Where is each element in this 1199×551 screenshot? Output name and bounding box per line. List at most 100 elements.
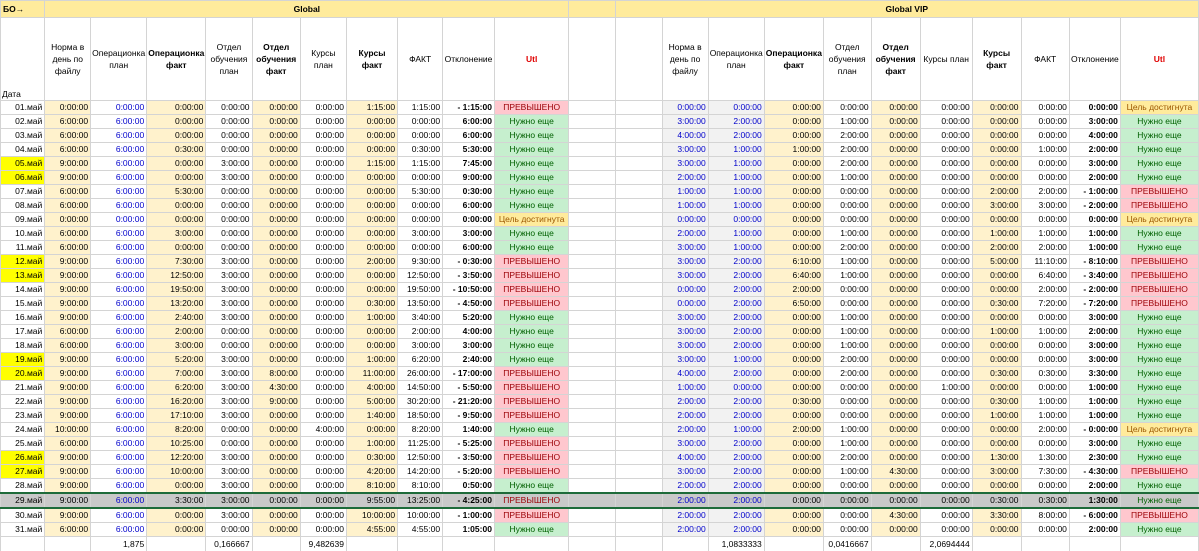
global-status-cell[interactable]: Нужно еще [493,478,570,494]
global-cell[interactable]: 3:00:00 [146,226,207,241]
global-cell[interactable]: 6:00:00 [44,522,92,537]
global-cell[interactable]: 0:00:00 [345,212,399,227]
vip-status-cell[interactable]: Нужно еще [1119,170,1199,185]
vip-cell[interactable]: 0:00:00 [822,478,872,494]
vip-cell[interactable]: 1:00:00 [822,422,872,437]
global-cell[interactable]: 9:55:00 [345,492,399,509]
global-cell[interactable]: 8:10:00 [345,478,399,494]
empty-cell[interactable] [44,536,92,551]
global-cell[interactable]: 6:00:00 [44,128,92,143]
vip-cell[interactable]: 3:30:00 [971,507,1022,523]
global-cell[interactable]: 6:00:00 [90,478,148,494]
vip-spacer-cell[interactable] [614,282,663,297]
vip-status-cell[interactable]: ПРЕВЫШЕНО [1119,296,1199,311]
global-cell[interactable]: 0:00:00 [299,352,347,367]
global-cell[interactable]: 0:00:00 [251,464,301,479]
global-cell[interactable]: - 3:50:00 [442,268,495,283]
global-status-cell[interactable]: ПРЕВЫШЕНО [493,380,570,395]
vip-cell[interactable]: 0:30:00 [1020,366,1070,381]
global-cell[interactable]: 0:00:00 [345,170,399,185]
global-cell[interactable]: 26:00:00 [397,366,444,381]
global-cell[interactable]: 0:00:00 [299,114,347,129]
vip-cell[interactable]: 2:00:00 [822,366,872,381]
global-status-cell[interactable]: Нужно еще [493,170,570,185]
vip-cell[interactable]: 2:00:00 [822,128,872,143]
vip-cell[interactable]: 1:00:00 [1068,394,1121,409]
empty-cell[interactable] [1119,536,1199,551]
global-cell[interactable]: 0:00:00 [345,268,399,283]
global-cell[interactable]: 0:30:00 [442,184,495,199]
global-col-header[interactable]: Отдел обучения план [205,17,253,101]
vip-status-cell[interactable]: ПРЕВЫШЕНО [1119,507,1199,523]
vip-cell[interactable]: 3:00:00 [661,338,709,353]
date-cell[interactable]: 06.май [0,170,46,185]
vip-cell[interactable]: 2:00:00 [971,184,1022,199]
spacer-cell[interactable] [568,226,616,241]
global-cell[interactable]: 0:00:00 [299,184,347,199]
global-cell[interactable]: 3:00:00 [442,226,495,241]
global-cell[interactable]: 0:00:00 [205,436,253,451]
vip-cell[interactable]: 0:00:00 [971,128,1022,143]
vip-cell[interactable]: 0:00:00 [822,408,872,423]
global-cell[interactable]: 6:00:00 [90,380,148,395]
global-status-cell[interactable]: ПРЕВЫШЕНО [493,436,570,451]
vip-cell[interactable]: 1:30:00 [1068,492,1121,509]
global-cell[interactable]: 6:00:00 [90,240,148,255]
vip-cell[interactable]: 2:00:00 [661,522,709,537]
vip-spacer-cell[interactable] [614,198,663,213]
vip-spacer-cell[interactable] [614,212,663,227]
global-cell[interactable]: 2:40:00 [146,310,207,325]
global-cell[interactable]: - 5:25:00 [442,436,495,451]
global-cell[interactable]: 3:00:00 [205,394,253,409]
date-cell[interactable]: 21.май [0,380,46,395]
global-cell[interactable]: 8:20:00 [146,422,207,437]
global-cell[interactable]: 9:00:00 [44,394,92,409]
vip-cell[interactable]: 0:00:00 [919,492,973,509]
vip-cell[interactable]: 0:00:00 [971,436,1022,451]
vip-cell[interactable]: - 1:00:00 [1068,184,1121,199]
total-cell[interactable]: 1,875 [90,536,148,551]
vip-cell[interactable]: 0:00:00 [971,142,1022,157]
vip-cell[interactable]: 0:00:00 [971,100,1022,115]
vip-cell[interactable]: 0:00:00 [763,408,824,423]
global-cell[interactable]: 3:00:00 [205,254,253,269]
spacer-cell[interactable] [568,240,616,255]
global-cell[interactable]: 0:00:00 [205,212,253,227]
vip-cell[interactable]: 0:00:00 [870,100,921,115]
global-cell[interactable]: - 1:00:00 [442,507,495,523]
global-cell[interactable]: 9:00:00 [44,352,92,367]
vip-cell[interactable]: 2:00:00 [1068,522,1121,537]
vip-status-cell[interactable]: Нужно еще [1119,450,1199,465]
vip-cell[interactable]: 3:00:00 [661,240,709,255]
date-cell[interactable]: 24.май [0,422,46,437]
vip-cell[interactable]: 4:30:00 [870,464,921,479]
date-cell[interactable]: 23.май [0,408,46,423]
vip-cell[interactable]: 0:00:00 [870,310,921,325]
vip-spacer-cell[interactable] [614,408,663,423]
vip-cell[interactable]: 0:00:00 [707,380,765,395]
vip-spacer-cell[interactable] [614,464,663,479]
vip-cell[interactable]: - 6:00:00 [1068,507,1121,523]
vip-cell[interactable]: 2:00:00 [822,240,872,255]
global-cell[interactable]: 3:40:00 [397,310,444,325]
spacer-cell[interactable] [568,170,616,185]
vip-cell[interactable]: 3:00:00 [661,114,709,129]
global-cell[interactable]: 3:00:00 [205,156,253,171]
vip-cell[interactable]: 0:00:00 [763,492,824,509]
global-cell[interactable]: 19:50:00 [397,282,444,297]
vip-spacer-cell[interactable] [614,114,663,129]
vip-cell[interactable]: - 7:20:00 [1068,296,1121,311]
global-col-header[interactable]: Курсы факт [345,17,399,101]
vip-cell[interactable]: 0:00:00 [919,464,973,479]
global-cell[interactable]: 6:00:00 [90,128,148,143]
vip-cell[interactable]: 1:00:00 [822,310,872,325]
global-col-header[interactable]: ФАКТ [397,17,444,101]
global-cell[interactable]: 11:25:00 [397,436,444,451]
global-status-cell[interactable]: Нужно еще [493,128,570,143]
global-status-cell[interactable]: ПРЕВЫШЕНО [493,507,570,523]
global-cell[interactable]: 6:00:00 [90,156,148,171]
global-cell[interactable]: 0:00:00 [251,100,301,115]
global-cell[interactable]: 3:00:00 [397,226,444,241]
global-cell[interactable]: 1:00:00 [345,310,399,325]
global-cell[interactable]: 0:00:00 [44,100,92,115]
